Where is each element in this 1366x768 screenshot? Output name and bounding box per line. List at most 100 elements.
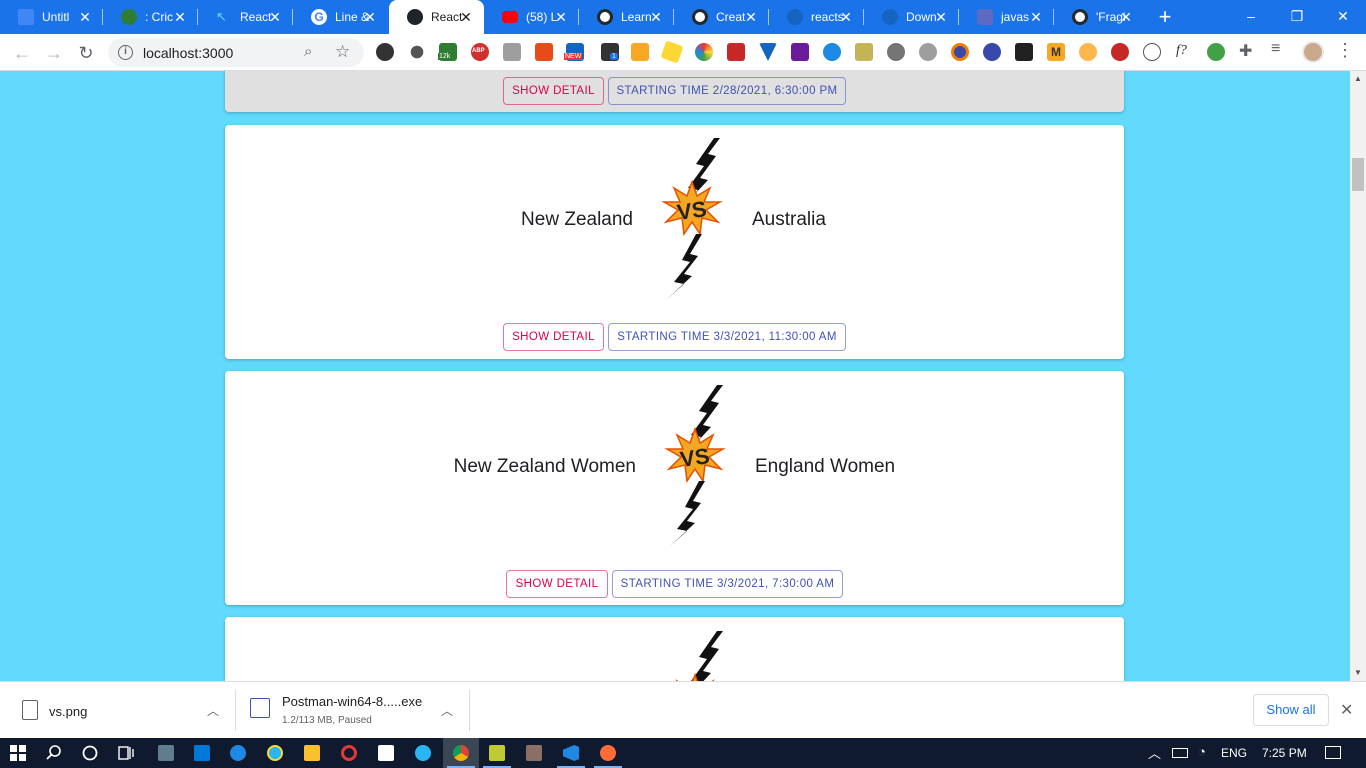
- notes-extension-icon[interactable]: [855, 43, 873, 61]
- glasses-extension-icon[interactable]: [1015, 43, 1033, 61]
- page-scrollbar[interactable]: ▲ ▼: [1350, 71, 1366, 681]
- language-indicator[interactable]: ENG: [1221, 746, 1247, 760]
- taskbar-app-mail[interactable]: [184, 738, 220, 768]
- battery-icon[interactable]: [1172, 748, 1188, 758]
- taskbar-app-tool[interactable]: [516, 738, 552, 768]
- v-extension-icon[interactable]: [759, 43, 777, 61]
- task-view-button[interactable]: [108, 738, 144, 768]
- close-tab-icon[interactable]: ✕: [933, 9, 949, 25]
- taskbar-app-opera[interactable]: [331, 738, 367, 768]
- new-extension-icon[interactable]: NEW: [564, 43, 584, 61]
- face-extension-icon[interactable]: [631, 43, 649, 61]
- search-extension-icon[interactable]: [983, 43, 1001, 61]
- scrollbar-thumb[interactable]: [1352, 158, 1364, 191]
- zoom-icon[interactable]: ⌕: [304, 43, 312, 60]
- tab-4-active[interactable]: React ✕: [389, 0, 484, 34]
- m-extension-icon[interactable]: M: [1047, 43, 1065, 61]
- pen-extension-icon[interactable]: [727, 43, 745, 61]
- forward-button[interactable]: →: [42, 41, 66, 65]
- tray-chevron-up-icon[interactable]: ︿: [1148, 743, 1161, 762]
- pirate-extension-icon[interactable]: [376, 43, 394, 61]
- close-tab-icon[interactable]: ✕: [1118, 9, 1134, 25]
- minimize-button[interactable]: –: [1228, 0, 1274, 34]
- wordpress-extension-icon[interactable]: [410, 45, 424, 59]
- adblock-extension-icon[interactable]: ABP: [471, 43, 489, 61]
- address-url[interactable]: localhost:3000: [143, 45, 233, 61]
- tab-7[interactable]: Creat ✕: [674, 0, 769, 34]
- taskbar-app-photos[interactable]: [148, 738, 184, 768]
- notification-center-icon[interactable]: [1325, 746, 1341, 759]
- close-tab-icon[interactable]: ✕: [743, 9, 759, 25]
- formula-extension-icon[interactable]: f?: [1175, 43, 1193, 61]
- tab-0[interactable]: Untitl ✕: [0, 0, 103, 34]
- close-tab-icon[interactable]: ✕: [648, 9, 664, 25]
- starting-time-button[interactable]: STARTING TIME 2/28/2021, 6:30:00 PM: [608, 77, 846, 105]
- taskbar-app-telegram[interactable]: [405, 738, 441, 768]
- close-tab-icon[interactable]: ✕: [267, 9, 283, 25]
- scroll-down-arrow-icon[interactable]: ▼: [1353, 668, 1363, 677]
- tab-3[interactable]: G Line & ✕: [293, 0, 388, 34]
- close-tab-icon[interactable]: ✕: [838, 9, 854, 25]
- chevron-up-icon[interactable]: ︿: [207, 702, 219, 719]
- address-bar[interactable]: i localhost:3000 ⌕ ☆: [108, 38, 364, 67]
- close-shelf-icon[interactable]: ✕: [1340, 700, 1353, 720]
- code-extension-icon[interactable]: [1143, 43, 1161, 61]
- restore-button[interactable]: ❐: [1274, 0, 1320, 34]
- taskbar-app-chrome[interactable]: [443, 738, 479, 768]
- wordpress-extension-icon[interactable]: [887, 43, 905, 61]
- check-extension-icon[interactable]: [823, 43, 841, 61]
- highlighter-extension-icon[interactable]: [660, 40, 684, 64]
- tab-5[interactable]: (58) L ✕: [484, 0, 579, 34]
- show-detail-button[interactable]: SHOW DETAIL: [503, 323, 604, 351]
- tab-1[interactable]: : Cric ✕: [103, 0, 198, 34]
- taskbar-app-ie[interactable]: [257, 738, 293, 768]
- close-tab-icon[interactable]: ✕: [458, 9, 474, 25]
- chevron-up-icon[interactable]: ︿: [441, 702, 453, 719]
- show-all-button[interactable]: Show all: [1253, 694, 1329, 726]
- starting-time-button[interactable]: STARTING TIME 3/3/2021, 11:30:00 AM: [608, 323, 846, 351]
- tab-10[interactable]: javas ✕: [959, 0, 1054, 34]
- browser-menu-icon[interactable]: ⋮: [1336, 40, 1354, 61]
- show-detail-button[interactable]: SHOW DETAIL: [506, 570, 608, 598]
- taskbar-app-edge[interactable]: [220, 738, 256, 768]
- show-detail-button[interactable]: SHOW DETAIL: [503, 77, 604, 105]
- taskbar-app-vscode[interactable]: [553, 738, 589, 768]
- counter-extension-icon[interactable]: 12k: [438, 43, 457, 61]
- back-button[interactable]: ←: [10, 41, 34, 65]
- extensions-puzzle-icon[interactable]: ✚: [1239, 41, 1252, 61]
- new-tab-button[interactable]: +: [1153, 5, 1177, 29]
- wifi-icon[interactable]: ◔: [1198, 744, 1206, 759]
- starting-time-button[interactable]: STARTING TIME 3/3/2021, 7:30:00 AM: [612, 570, 843, 598]
- close-tab-icon[interactable]: ✕: [553, 9, 569, 25]
- reading-list-icon[interactable]: ≡: [1271, 40, 1280, 58]
- tab-9[interactable]: Down ✕: [864, 0, 959, 34]
- s-extension-icon[interactable]: [1111, 43, 1129, 61]
- globe-extension-icon[interactable]: [1207, 43, 1225, 61]
- owl-extension-icon[interactable]: [1079, 43, 1097, 61]
- tab-11[interactable]: 'Fragi ✕: [1054, 0, 1144, 34]
- color-picker-extension-icon[interactable]: [695, 43, 713, 61]
- close-tab-icon[interactable]: ✕: [362, 9, 378, 25]
- bookmark-star-icon[interactable]: ☆: [335, 42, 350, 62]
- download-item[interactable]: Postman-win64-8.....exe 1.2/113 MB, Paus…: [236, 682, 470, 739]
- close-tab-icon[interactable]: ✕: [77, 9, 93, 25]
- sketch-extension-icon[interactable]: [535, 43, 553, 61]
- download-item[interactable]: vs.png ︿: [0, 682, 236, 739]
- box-extension-icon[interactable]: 1: [601, 43, 619, 61]
- taskbar-app-store[interactable]: [368, 738, 404, 768]
- record-extension-icon[interactable]: [951, 43, 969, 61]
- scroll-up-arrow-icon[interactable]: ▲: [1353, 74, 1363, 83]
- taskbar-app-explorer[interactable]: [294, 738, 330, 768]
- close-window-button[interactable]: ✕: [1320, 0, 1366, 34]
- grid-extension-icon[interactable]: [791, 43, 809, 61]
- download-extension-icon[interactable]: [919, 43, 937, 61]
- clock[interactable]: 7:25 PM: [1262, 746, 1307, 760]
- search-button[interactable]: [36, 738, 72, 768]
- reload-button[interactable]: ↻: [74, 41, 98, 65]
- close-tab-icon[interactable]: ✕: [1028, 9, 1044, 25]
- tab-2[interactable]: ↖ React ✕: [198, 0, 293, 34]
- start-button[interactable]: [0, 738, 36, 768]
- taskbar-app-notepad[interactable]: [479, 738, 515, 768]
- taskbar-app-postman[interactable]: [590, 738, 626, 768]
- site-info-icon[interactable]: i: [118, 45, 133, 60]
